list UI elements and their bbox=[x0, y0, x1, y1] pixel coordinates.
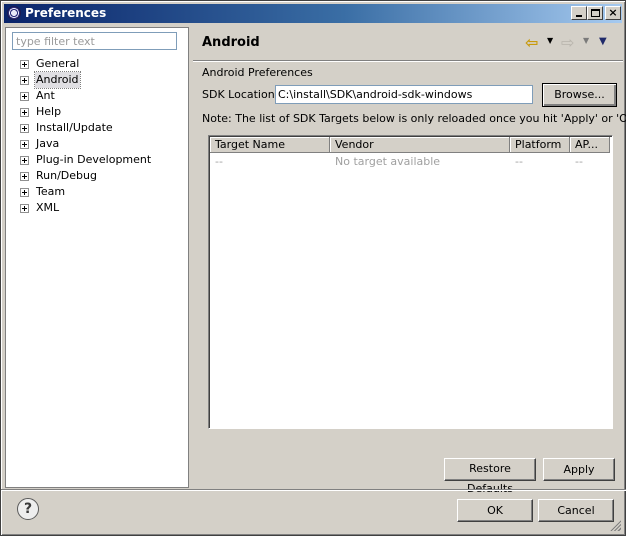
cell-api: -- bbox=[575, 155, 583, 168]
cancel-button[interactable]: Cancel bbox=[538, 499, 614, 522]
cell-target-name: -- bbox=[215, 155, 223, 168]
table-row[interactable]: -- No target available -- -- bbox=[210, 154, 611, 170]
cell-platform: -- bbox=[515, 155, 523, 168]
view-menu-icon[interactable]: ▼ bbox=[599, 36, 607, 47]
expand-plus-icon[interactable] bbox=[20, 92, 29, 101]
expand-plus-icon[interactable] bbox=[20, 60, 29, 69]
tree-item-label: Run/Debug bbox=[36, 169, 97, 182]
preference-tree: General Android Ant Help Install/Update Java P… bbox=[6, 56, 188, 216]
header-separator bbox=[193, 60, 623, 62]
column-header-vendor[interactable]: Vendor bbox=[330, 137, 510, 153]
expand-plus-icon[interactable] bbox=[20, 172, 29, 181]
tree-item-label: Android bbox=[34, 71, 81, 89]
expand-plus-icon[interactable] bbox=[20, 140, 29, 149]
tree-item-label: Java bbox=[36, 137, 60, 150]
sdk-location-label: SDK Location: bbox=[202, 88, 279, 101]
restore-defaults-button[interactable]: Restore Defaults bbox=[444, 458, 536, 495]
forward-arrow-icon[interactable]: ⇨ bbox=[561, 35, 579, 51]
sdk-location-input[interactable] bbox=[275, 85, 533, 104]
section-label: Android Preferences bbox=[202, 66, 313, 79]
apply-button[interactable]: Apply bbox=[543, 458, 615, 481]
expand-plus-icon[interactable] bbox=[20, 124, 29, 133]
tree-item-label: XML bbox=[36, 201, 60, 214]
tree-item-label: Team bbox=[36, 185, 66, 198]
preference-page: Android ⇦ ▼ ⇨ ▼ ▼ Android Preferences SD… bbox=[193, 27, 626, 495]
tree-item-label: Help bbox=[36, 105, 62, 118]
minimize-button[interactable] bbox=[571, 6, 587, 20]
help-icon[interactable]: ? bbox=[17, 498, 39, 520]
page-title: Android bbox=[202, 35, 260, 50]
expand-plus-icon[interactable] bbox=[20, 156, 29, 165]
close-icon: × bbox=[608, 6, 618, 19]
resize-grip-icon[interactable] bbox=[609, 519, 621, 531]
tree-item[interactable]: Ant bbox=[6, 88, 188, 104]
title-bar[interactable]: Preferences × bbox=[4, 4, 622, 23]
tree-item[interactable]: Help bbox=[6, 104, 188, 120]
tree-item-label: Ant bbox=[36, 89, 55, 102]
expand-plus-icon[interactable] bbox=[20, 108, 29, 117]
maximize-icon bbox=[591, 9, 600, 17]
cell-vendor: No target available bbox=[335, 155, 441, 168]
maximize-button[interactable] bbox=[587, 6, 603, 20]
window-title: Preferences bbox=[25, 6, 107, 20]
footer-separator bbox=[1, 489, 626, 491]
preference-tree-pane: GeneralAndroidAnt Help Install/Update Java P… bbox=[5, 27, 189, 488]
tree-item[interactable]: General bbox=[6, 56, 188, 72]
minimize-icon bbox=[576, 15, 582, 17]
tree-item[interactable]: Plug-in Development bbox=[6, 152, 188, 168]
ok-button[interactable]: OK bbox=[457, 499, 533, 522]
tree-item[interactable]: Java bbox=[6, 136, 188, 152]
column-header-target-name[interactable]: Target Name bbox=[210, 137, 330, 153]
tree-item-label: General bbox=[36, 57, 80, 70]
tree-item-label: Plug-in Development bbox=[36, 153, 152, 166]
back-dropdown-icon[interactable]: ▼ bbox=[547, 36, 553, 45]
tree-item[interactable]: Install/Update bbox=[6, 120, 188, 136]
expand-plus-icon[interactable] bbox=[20, 204, 29, 213]
tree-item[interactable]: Team bbox=[6, 184, 188, 200]
filter-input[interactable] bbox=[12, 32, 177, 50]
expand-plus-icon[interactable] bbox=[20, 76, 29, 85]
preferences-window: Preferences × GeneralAndroidAntHelpInsta… bbox=[0, 0, 626, 536]
tree-item[interactable]: Run/Debug bbox=[6, 168, 188, 184]
close-button[interactable]: × bbox=[605, 6, 621, 20]
sdk-targets-table[interactable]: Target Name Vendor Platform AP... -- No … bbox=[208, 135, 613, 429]
table-header: Target Name Vendor Platform AP... bbox=[210, 137, 611, 153]
column-header-platform[interactable]: Platform bbox=[510, 137, 570, 153]
back-arrow-icon[interactable]: ⇦ bbox=[525, 35, 543, 51]
tree-item[interactable]: XML bbox=[6, 200, 188, 216]
expand-plus-icon[interactable] bbox=[20, 188, 29, 197]
browse-button[interactable]: Browse... bbox=[542, 83, 617, 107]
tree-item-label: Install/Update bbox=[36, 121, 113, 134]
forward-dropdown-icon[interactable]: ▼ bbox=[583, 36, 589, 45]
tree-item[interactable]: Android bbox=[6, 71, 188, 89]
reload-note: Note: The list of SDK Targets below is o… bbox=[202, 112, 626, 125]
column-header-api[interactable]: AP... bbox=[570, 137, 610, 153]
eclipse-icon bbox=[7, 6, 21, 20]
